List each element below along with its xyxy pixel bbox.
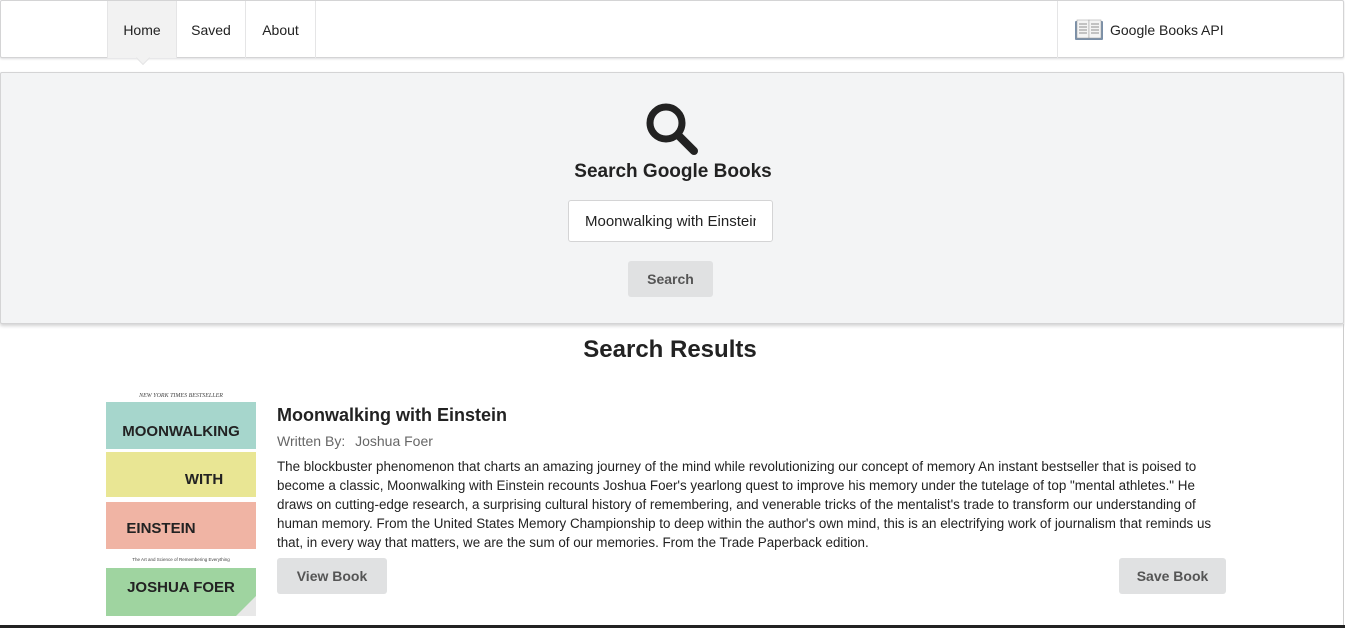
book-cover-image: NEW YORK TIMES BESTSELLER MOONWALKING WI… bbox=[106, 388, 256, 616]
brand-label: Google Books API bbox=[1110, 21, 1224, 38]
top-menu: Home Saved About Google Books API bbox=[0, 0, 1344, 66]
search-segment: Search Google Books Search bbox=[0, 72, 1344, 324]
cover-author: JOSHUA FOER bbox=[127, 579, 235, 596]
book-author-row: Written By: Joshua Foer bbox=[277, 433, 433, 449]
cover-title-line3: EINSTEIN bbox=[126, 520, 195, 537]
results-heading: Search Results bbox=[583, 336, 757, 363]
nav-item-saved[interactable]: Saved bbox=[177, 1, 246, 58]
nav-item-label: About bbox=[262, 21, 299, 38]
nav-item-about[interactable]: About bbox=[246, 1, 316, 58]
nav-item-label: Saved bbox=[191, 21, 231, 38]
search-icon bbox=[646, 103, 698, 155]
search-input[interactable] bbox=[568, 200, 773, 242]
nav-item-home[interactable]: Home bbox=[107, 1, 177, 58]
book-icon bbox=[1075, 19, 1103, 40]
nav-brand[interactable]: Google Books API bbox=[1057, 1, 1344, 58]
view-book-button[interactable]: View Book bbox=[277, 558, 387, 594]
nav-item-label: Home bbox=[123, 21, 161, 38]
cover-subtitle: The Art and Science of Remembering Every… bbox=[132, 557, 230, 562]
cover-title-line2: WITH bbox=[185, 471, 223, 488]
cover-banner: NEW YORK TIMES BESTSELLER bbox=[138, 393, 223, 399]
book-title: Moonwalking with Einstein bbox=[277, 405, 508, 425]
divider bbox=[1343, 324, 1344, 628]
written-by-label: Written By: bbox=[277, 433, 346, 449]
search-button[interactable]: Search bbox=[628, 261, 713, 297]
search-heading: Search Google Books bbox=[574, 161, 772, 182]
cover-title-line1: MOONWALKING bbox=[122, 423, 240, 440]
save-book-button[interactable]: Save Book bbox=[1119, 558, 1226, 594]
book-author: Joshua Foer bbox=[355, 433, 433, 449]
book-description: The blockbuster phenomenon that charts a… bbox=[277, 459, 1212, 550]
